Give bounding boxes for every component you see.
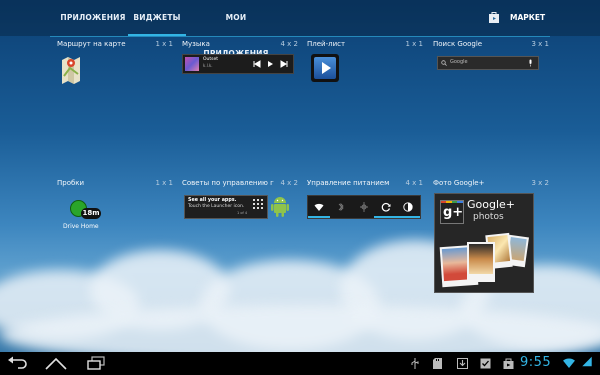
playback-controls-icon [253,60,288,68]
back-icon[interactable] [6,355,28,371]
search-icon [441,60,447,66]
widget-power-control[interactable]: Управление питанием 4 x 1 [307,176,423,306]
status-clock[interactable]: 9:55 [520,355,551,370]
gplus-logo-icon: g+ [440,200,464,224]
widget-title: Маршрут на карте [57,40,126,48]
download-done-icon[interactable] [457,358,468,369]
widget-google-plus-photos[interactable]: Фото Google+ 3 x 2 g+ Google+ photos [433,176,549,306]
system-bar: 9:55 [0,352,600,375]
widget-google-search[interactable]: Поиск Google 3 x 1 Google [433,37,549,167]
android-robot-icon [271,197,289,217]
widget-playlist[interactable]: Плей-лист 1 x 1 [307,37,423,167]
gplus-subtitle: photos [473,212,504,222]
microphone-icon [529,59,532,67]
widget-size: 4 x 1 [405,179,424,187]
album-art [185,57,199,71]
widget-size: 1 x 1 [405,40,424,48]
widget-maps-route[interactable]: Маршрут на карте 1 x 1 [57,37,173,167]
playlist-play-icon [311,54,339,82]
widget-traffic[interactable]: Пробки 1 x 1 18m Drive Home [57,176,173,306]
tips-page: 1 of 4 [237,211,248,215]
home-icon[interactable] [44,355,68,371]
recent-apps-icon[interactable] [86,355,106,371]
tab-my-apps[interactable]: МОИ ПРИЛОЖЕНИЯ [196,0,276,58]
widget-size: 3 x 2 [531,179,550,187]
widget-title: Советы по управлению главн [182,179,274,187]
search-bar-preview: Google [437,56,539,70]
widget-launcher-tips[interactable]: Советы по управлению главн 4 x 2 See all… [182,176,298,306]
usb-icon[interactable] [411,358,419,369]
map-icon [62,57,80,84]
tips-line-1: See all your apps. [188,198,237,203]
widget-size: 3 x 1 [531,40,550,48]
wifi-icon[interactable] [562,357,576,368]
brightness-icon [403,202,413,212]
widget-title: Музыка [182,40,210,48]
top-tab-bar: ПРИЛОЖЕНИЯ ВИДЖЕТЫ МОИ ПРИЛОЖЕНИЯ МАРКЕТ [0,0,600,58]
power-control-preview [307,195,421,219]
music-track: Outset [203,57,219,62]
wifi-icon [314,203,324,211]
gplus-title: Google+ [467,198,516,211]
widget-music[interactable]: Музыка 4 x 2 Outset k.l.k. [182,37,298,167]
tips-preview: See all your apps. Touch the Launcher ic… [184,195,268,219]
widget-size: 1 x 1 [155,179,174,187]
gplus-photos-preview: g+ Google+ photos [434,193,534,293]
widget-size: 4 x 2 [280,179,299,187]
widget-size: 4 x 2 [280,40,299,48]
shopping-bag-icon[interactable] [503,358,514,369]
market-button[interactable]: МАРКЕТ [488,10,548,26]
photo-stack-center [467,242,495,282]
gps-icon [360,202,368,212]
traffic-time: 18m [81,208,101,219]
widget-title: Поиск Google [433,40,483,48]
widget-size: 1 x 1 [155,40,174,48]
sd-card-icon[interactable] [433,358,443,369]
music-artist: k.l.k. [203,63,213,68]
sync-icon [381,202,391,212]
market-label: МАРКЕТ [510,13,546,22]
tips-line-2: Touch the Launcher icon. [188,204,245,209]
tab-widgets[interactable]: ВИДЖЕТЫ [128,0,186,36]
widget-title: Управление питанием [307,179,390,187]
widget-title: Пробки [57,179,85,187]
launcher-grid-icon [253,199,263,209]
bluetooth-icon [338,202,344,212]
tab-apps[interactable]: ПРИЛОЖЕНИЯ [58,0,128,36]
battery-icon[interactable] [580,356,594,367]
widget-title: Фото Google+ [433,179,485,187]
traffic-label: Drive Home [63,223,99,230]
checkbox-done-icon[interactable] [480,358,491,369]
search-placeholder: Google [450,59,468,65]
widget-title: Плей-лист [307,40,346,48]
shopping-bag-icon [489,12,499,23]
music-player-preview: Outset k.l.k. [182,54,294,74]
